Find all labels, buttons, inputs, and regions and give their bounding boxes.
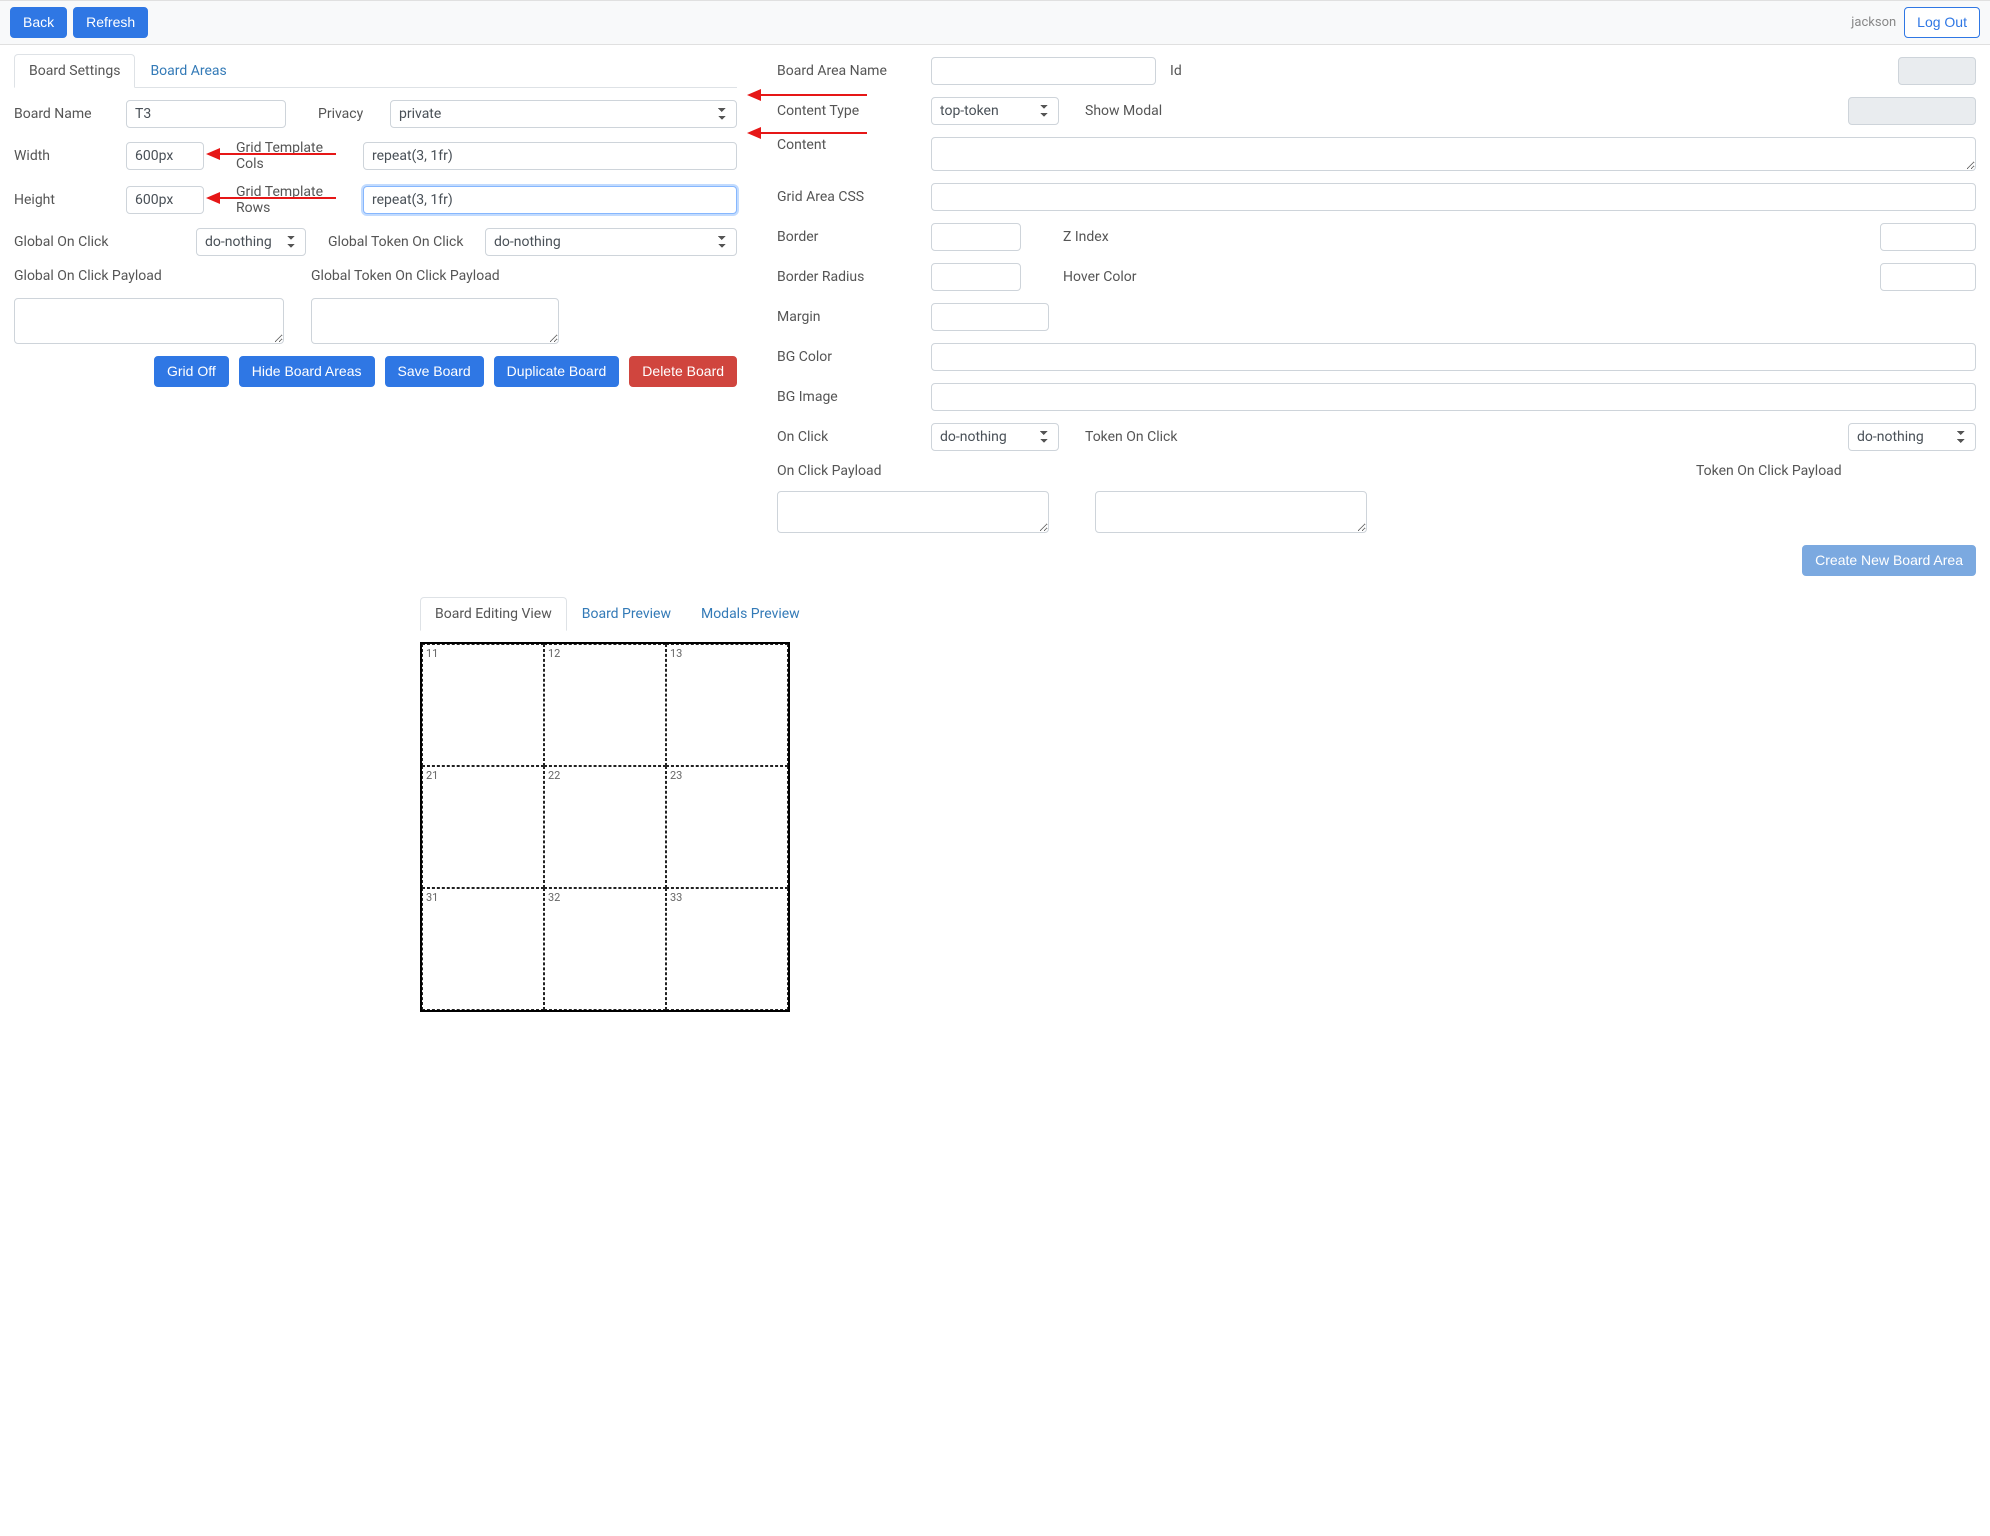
grid-rows-label: Grid Template Rows (236, 184, 351, 216)
token-onclick-payload-label: Token On Click Payload (1696, 463, 1866, 479)
global-onclick-label: Global On Click (14, 234, 184, 250)
grid-preview: 11 12 13 21 22 23 31 32 33 (420, 642, 790, 1012)
onclick-label: On Click (777, 429, 917, 445)
margin-label: Margin (777, 309, 917, 325)
width-input[interactable] (126, 142, 204, 170)
board-area-panel: Board Area Name Id Content Type top-toke… (777, 53, 1976, 576)
height-label: Height (14, 192, 114, 208)
content-type-label: Content Type (777, 103, 917, 119)
grid-cell[interactable]: 11 (422, 644, 544, 766)
duplicate-board-button[interactable]: Duplicate Board (494, 356, 620, 387)
margin-input[interactable] (931, 303, 1049, 331)
refresh-button[interactable]: Refresh (73, 7, 148, 38)
area-name-label: Board Area Name (777, 63, 917, 79)
border-input[interactable] (931, 223, 1021, 251)
show-modal-input (1848, 97, 1976, 125)
show-modal-label: Show Modal (1085, 103, 1175, 119)
board-name-input[interactable] (126, 100, 286, 128)
global-onclick-payload-textarea[interactable] (14, 298, 284, 344)
privacy-select[interactable]: private (390, 100, 737, 128)
tab-board-settings[interactable]: Board Settings (14, 54, 135, 88)
tab-modals-preview[interactable]: Modals Preview (686, 597, 815, 631)
grid-cols-input[interactable] (363, 142, 737, 170)
area-id-label: Id (1170, 63, 1190, 79)
grid-cell[interactable]: 23 (666, 766, 788, 888)
tab-board-editing-view[interactable]: Board Editing View (420, 597, 567, 631)
grid-cell[interactable]: 33 (666, 888, 788, 1010)
logout-button[interactable]: Log Out (1904, 7, 1980, 38)
border-radius-input[interactable] (931, 263, 1021, 291)
content-type-select[interactable]: top-token (931, 97, 1059, 125)
global-token-onclick-select[interactable]: do-nothing (485, 228, 737, 256)
area-id-input (1898, 57, 1976, 85)
global-onclick-payload-label: Global On Click Payload (14, 268, 162, 284)
grid-off-button[interactable]: Grid Off (154, 356, 229, 387)
bottom-tabs: Board Editing View Board Preview Modals … (420, 596, 815, 630)
back-button[interactable]: Back (10, 7, 67, 38)
bgimage-label: BG Image (777, 389, 917, 405)
grid-area-css-input[interactable] (931, 183, 1976, 211)
content-textarea[interactable] (931, 137, 1976, 171)
grid-cell[interactable]: 22 (544, 766, 666, 888)
height-input[interactable] (126, 186, 204, 214)
grid-cell[interactable]: 21 (422, 766, 544, 888)
bgimage-input[interactable] (931, 383, 1976, 411)
onclick-payload-label: On Click Payload (777, 463, 917, 479)
area-name-input[interactable] (931, 57, 1156, 85)
grid-cell[interactable]: 31 (422, 888, 544, 1010)
token-onclick-label: Token On Click (1085, 429, 1195, 445)
border-radius-label: Border Radius (777, 269, 917, 285)
grid-area-css-label: Grid Area CSS (777, 189, 917, 205)
left-tabs: Board Settings Board Areas (14, 53, 737, 88)
onclick-payload-textarea[interactable] (777, 491, 1049, 533)
hide-board-areas-button[interactable]: Hide Board Areas (239, 356, 375, 387)
tab-board-preview[interactable]: Board Preview (567, 597, 686, 631)
global-onclick-select[interactable]: do-nothing (196, 228, 306, 256)
delete-board-button[interactable]: Delete Board (629, 356, 737, 387)
tab-board-areas[interactable]: Board Areas (135, 54, 241, 88)
grid-cell[interactable]: 12 (544, 644, 666, 766)
grid-cell[interactable]: 32 (544, 888, 666, 1010)
grid-cell[interactable]: 13 (666, 644, 788, 766)
privacy-label: Privacy (318, 106, 378, 122)
create-board-area-button[interactable]: Create New Board Area (1802, 545, 1976, 576)
board-name-label: Board Name (14, 106, 114, 122)
bgcolor-label: BG Color (777, 349, 917, 365)
global-token-onclick-label: Global Token On Click (328, 234, 473, 250)
hover-color-label: Hover Color (1063, 269, 1153, 285)
board-settings-panel: Board Settings Board Areas Board Name Pr… (14, 53, 737, 387)
zindex-label: Z Index (1063, 229, 1153, 245)
token-onclick-select[interactable]: do-nothing (1848, 423, 1976, 451)
save-board-button[interactable]: Save Board (385, 356, 484, 387)
width-label: Width (14, 148, 114, 164)
top-bar: Back Refresh jackson Log Out (0, 0, 1990, 45)
global-token-onclick-payload-label: Global Token On Click Payload (311, 268, 500, 284)
border-label: Border (777, 229, 917, 245)
grid-cols-label: Grid Template Cols (236, 140, 351, 172)
onclick-select[interactable]: do-nothing (931, 423, 1059, 451)
global-token-onclick-payload-textarea[interactable] (311, 298, 559, 344)
bgcolor-input[interactable] (931, 343, 1976, 371)
username-label: jackson (1851, 15, 1896, 30)
grid-rows-input[interactable] (363, 186, 737, 214)
token-onclick-payload-textarea[interactable] (1095, 491, 1367, 533)
zindex-input[interactable] (1880, 223, 1976, 251)
content-label: Content (777, 137, 917, 153)
hover-color-input[interactable] (1880, 263, 1976, 291)
